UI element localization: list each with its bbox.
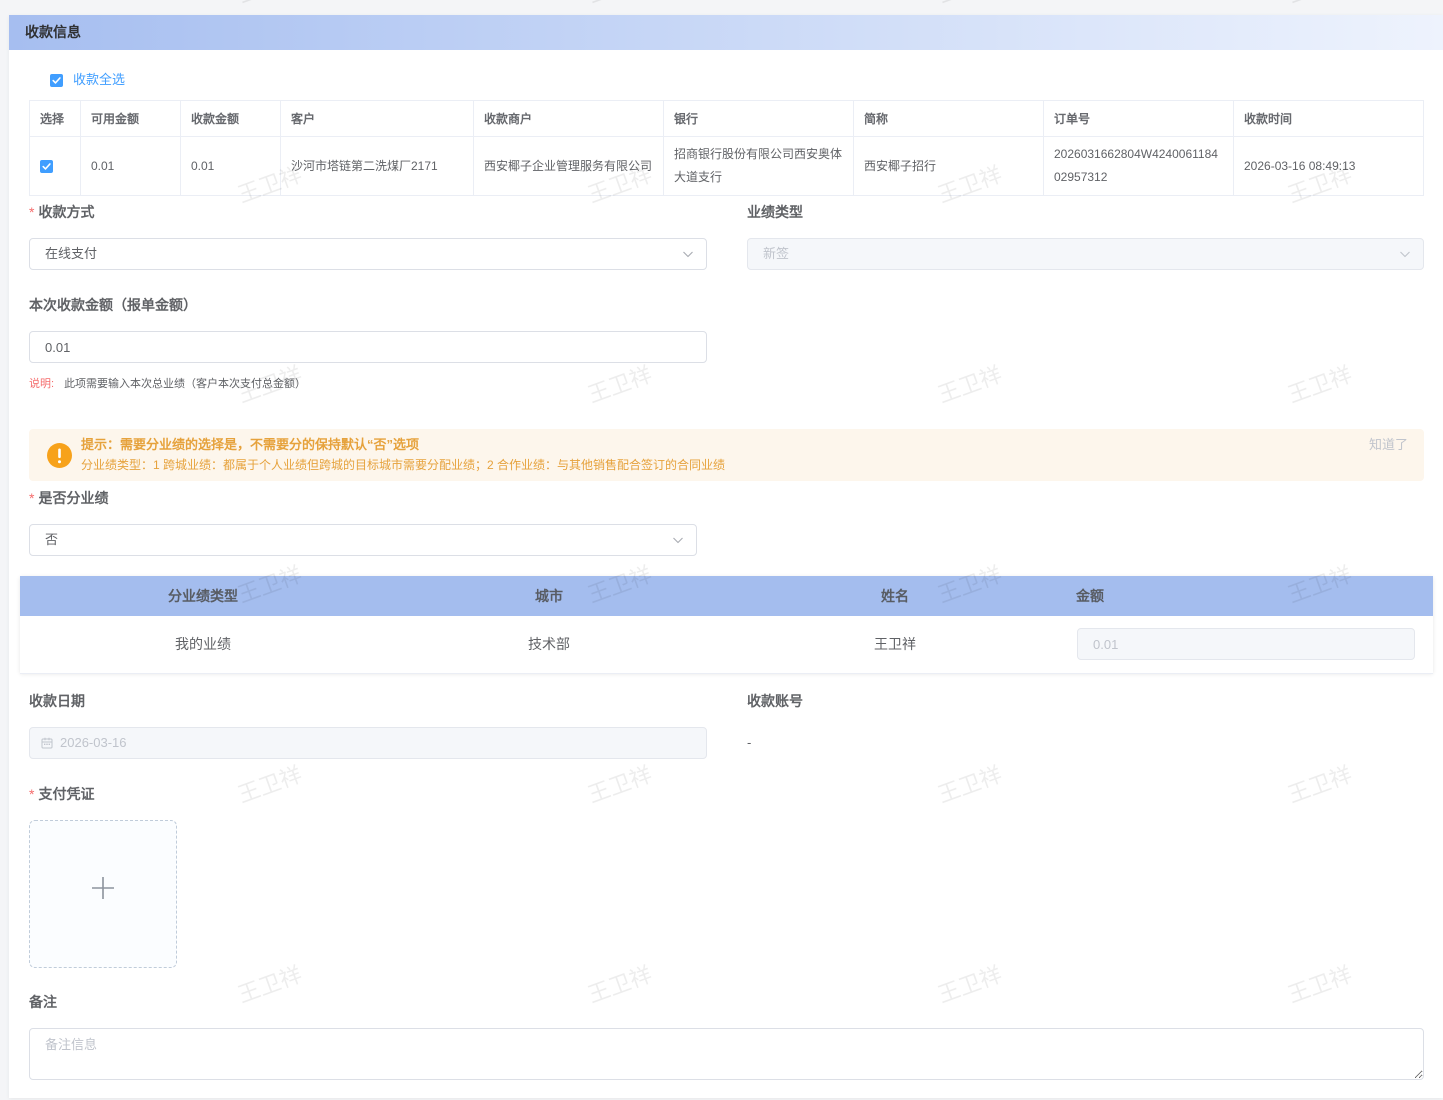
split-performance-select[interactable]: 否 [29,524,697,556]
short-name-cell: 西安椰子招行 [853,136,1044,196]
column-header-bank: 银行 [663,100,854,137]
city-cell: 技术部 [386,616,712,674]
chevron-down-icon [683,251,693,258]
bank-cell: 招商银行股份有限公司西安奥体大道支行 [663,136,854,196]
payment-voucher-label-text: 支付凭证 [38,786,95,802]
chevron-down-icon [1400,251,1410,258]
warning-icon [47,443,72,468]
amount-hint: 说明: 此项需要输入本次总业绩（客户本次支付总金额） [29,377,306,391]
select-all-checkbox[interactable]: 收款全选 [50,72,125,88]
alert-description: 分业绩类型：1 跨城业绩：都属于个人业绩但跨城的目标城市需要分配业绩；2 合作业… [81,458,726,472]
remark-label: 备注 [29,994,57,1010]
split-performance-label-text: 是否分业绩 [38,490,109,506]
split-performance-value: 否 [45,532,59,547]
payment-method-label-text: 收款方式 [38,204,95,220]
table-header-row: 选择 可用金额 收款金额 客户 收款商户 银行 简称 订单号 收款时间 [29,100,1424,137]
check-mark-icon [42,163,51,170]
payment-voucher-upload[interactable] [29,820,177,968]
split-performance-alert: 提示：需要分业绩的选择是，不需要分的保持默认“否”选项 分业绩类型：1 跨城业绩… [29,429,1424,481]
column-header-split-type: 分业绩类型 [20,576,386,616]
column-header-name: 姓名 [712,576,1068,616]
receipts-table: 选择 可用金额 收款金额 客户 收款商户 银行 简称 订单号 收款时间 0.01… [29,100,1424,196]
plus-icon [92,877,114,899]
watermark: 王卫祥 [228,0,313,12]
amount-hint-prefix: 说明: [29,378,55,390]
row-select-cell[interactable] [29,136,81,196]
split-performance-table: 分业绩类型 城市 姓名 金额 我的业绩 技术部 王卫祥 [20,576,1433,674]
table-row[interactable]: 0.01 0.01 沙河市塔链第二洗煤厂2171 西安椰子企业管理服务有限公司 … [29,136,1424,196]
receipt-amount-cell: 0.01 [180,136,281,196]
split-performance-label: * 是否分业绩 [29,490,108,506]
column-header-available-amount: 可用金额 [80,100,181,137]
column-header-received-at: 收款时间 [1233,100,1424,137]
page: 收款信息 收款全选 选择 可用金额 收款金额 客户 收款商户 银行 简称 订单号… [0,0,1443,1100]
column-header-amount: 金额 [1068,576,1433,616]
split-amount-input [1077,628,1415,661]
watermark: 王卫祥 [928,0,1013,12]
performance-type-value: 新签 [763,246,790,261]
customer-cell: 沙河市塔链第二洗煤厂2171 [280,136,474,196]
payment-method-select[interactable]: 在线支付 [29,238,707,270]
receipt-account-value: - [747,735,752,750]
performance-type-select: 新签 [747,238,1424,270]
payment-method-label: * 收款方式 [29,204,94,220]
alert-title: 提示：需要分业绩的选择是，不需要分的保持默认“否”选项 [81,437,420,452]
amount-input[interactable] [29,331,707,363]
select-all-label[interactable]: 收款全选 [73,72,125,88]
column-header-short-name: 简称 [853,100,1044,137]
order-no-cell: 2026031662804W424006118402957312 [1043,136,1234,196]
chevron-down-icon [673,537,683,544]
column-header-city: 城市 [386,576,712,616]
receipt-date-value: 2026-03-16 [60,735,127,750]
receipt-date-picker: 2026-03-16 [29,727,707,759]
payment-voucher-label: * 支付凭证 [29,786,94,802]
watermark: 王卫祥 [578,0,663,12]
checkbox-checked-icon[interactable] [50,73,63,87]
performance-type-label: 业绩类型 [747,204,803,220]
table-header-row: 分业绩类型 城市 姓名 金额 [20,576,1433,616]
split-performance-table-wrapper: 分业绩类型 城市 姓名 金额 我的业绩 技术部 王卫祥 [20,576,1433,674]
watermark: 王卫祥 [1278,0,1363,12]
amount-hint-text: 此项需要输入本次总业绩（客户本次支付总金额） [64,378,307,390]
column-header-receipt-amount: 收款金额 [180,100,281,137]
row-checkbox-checked-icon[interactable] [40,159,53,173]
amount-label: 本次收款金额（报单金额） [29,297,197,313]
merchant-cell: 西安椰子企业管理服务有限公司 [473,136,664,196]
column-header-customer: 客户 [280,100,474,137]
table-row: 我的业绩 技术部 王卫祥 [20,616,1433,674]
calendar-icon [41,737,53,749]
required-mark: * [29,204,35,220]
split-type-cell: 我的业绩 [20,616,386,674]
name-cell: 王卫祥 [712,616,1068,674]
section-header: 收款信息 [9,15,1443,50]
column-header-order-no: 订单号 [1043,100,1234,137]
column-header-merchant: 收款商户 [473,100,664,137]
section-title: 收款信息 [25,24,81,40]
available-amount-cell: 0.01 [80,136,181,196]
received-at-cell: 2026-03-16 08:49:13 [1233,136,1424,196]
check-mark-icon [52,76,61,84]
column-header-select: 选择 [29,100,81,137]
required-mark: * [29,786,35,802]
receipt-account-label: 收款账号 [747,693,803,709]
alert-dismiss-button[interactable]: 知道了 [1369,437,1408,453]
receipt-date-label: 收款日期 [29,693,85,709]
required-mark: * [29,490,35,506]
payment-method-value: 在线支付 [45,246,98,261]
remark-textarea[interactable] [29,1028,1424,1080]
amount-cell [1068,616,1433,674]
